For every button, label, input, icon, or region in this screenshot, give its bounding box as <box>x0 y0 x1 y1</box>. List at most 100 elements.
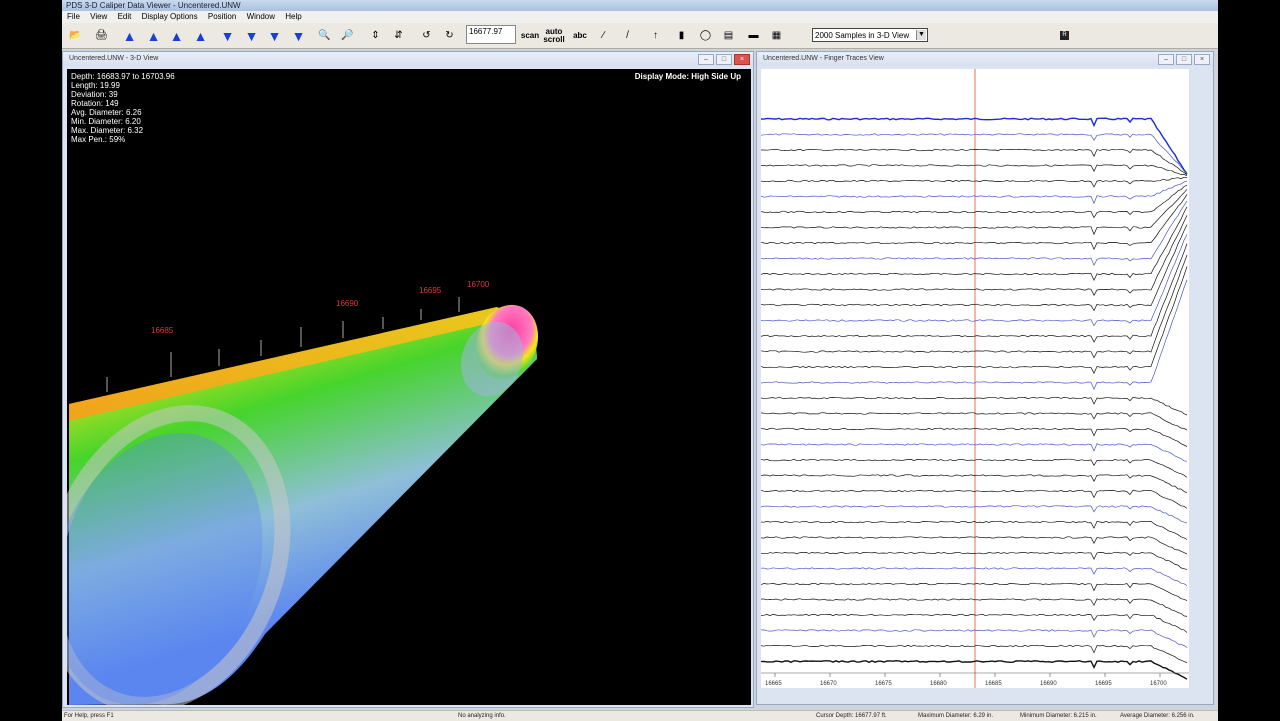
finger-traces-window-title: Uncentered.UNW - Finger Traces View <box>757 52 1213 66</box>
close-icon[interactable]: × <box>1194 54 1210 65</box>
ruler-icon[interactable]: ▬ <box>745 27 762 44</box>
finger-trace-13 <box>761 224 1188 312</box>
depth-label-16695: 16695 <box>419 286 442 295</box>
menu-window[interactable]: Window <box>247 12 275 21</box>
x-axis-label: 16670 <box>820 681 837 687</box>
finger-trace-32 <box>761 598 1188 617</box>
depth-label-16700: 16700 <box>467 280 490 289</box>
finger-trace-29 <box>761 551 1188 570</box>
fine-up-icon[interactable]: ▲ <box>192 27 209 44</box>
rotate-right-icon[interactable]: ↻ <box>441 27 458 44</box>
finger-trace-15 <box>761 243 1188 343</box>
strikethrough-abc-icon[interactable]: ̸ <box>619 27 636 44</box>
restore-icon[interactable]: □ <box>716 54 732 65</box>
scan-button[interactable]: scan <box>519 27 541 44</box>
chevron-down-icon[interactable]: ▼ <box>916 30 926 40</box>
finger-trace-23 <box>761 458 1188 478</box>
zoom-in-icon[interactable]: 🔍 <box>316 27 333 44</box>
page-up-icon[interactable]: ▲ <box>145 27 162 44</box>
close-icon[interactable]: × <box>734 54 750 65</box>
finger-traces-window: Uncentered.UNW - Finger Traces View – □ … <box>756 51 1214 705</box>
finger-trace-6 <box>761 180 1188 205</box>
menu-display-options[interactable]: Display Options <box>142 12 198 21</box>
menu-position[interactable]: Position <box>208 12 236 21</box>
mdi-workspace: Uncentered.UNW - 3-D View – □ × 16685 16… <box>62 49 1218 710</box>
toolbar: 📂 🖨 ▲ ▲ ▲ ▲ ▼ ▼ ▼ ▼ 🔍 🔎 ⇕ ⇵ ↺ ↻ 16677.97… <box>62 23 1218 49</box>
finger-trace-19 <box>761 396 1188 416</box>
r-icon[interactable]: R <box>1060 31 1069 40</box>
print-icon[interactable]: 🖨 <box>93 27 110 44</box>
finger-traces-plot[interactable]: 16665 16670 16675 16680 16685 16690 16695 16700 <box>761 69 1189 688</box>
finger-trace-24 <box>761 474 1188 494</box>
menu-edit[interactable]: Edit <box>118 12 132 21</box>
stat-max-diameter: Max. Diameter: 6.32 <box>71 126 144 135</box>
finger-trace-3 <box>761 148 1188 175</box>
menu-view[interactable]: View <box>90 12 107 21</box>
depth-label-16690: 16690 <box>336 299 359 308</box>
samples-select-value: 2000 Samples in 3-D View <box>815 31 910 40</box>
finger-trace-26 <box>761 505 1188 524</box>
x-axis-label: 16690 <box>1040 681 1057 687</box>
minimize-icon[interactable]: – <box>1158 54 1174 65</box>
rotate-left-icon[interactable]: ↺ <box>418 27 435 44</box>
view3d-window-title: Uncentered.UNW - 3-D View <box>63 52 753 66</box>
pipe-3d-render: 16685 16690 16695 16700 <box>67 280 539 705</box>
line-tool-icon[interactable]: ∕ <box>595 27 612 44</box>
finger-trace-34 <box>761 629 1188 648</box>
compress-vertical-icon[interactable]: ⇵ <box>390 27 407 44</box>
finger-trace-20 <box>761 412 1188 431</box>
finger-trace-2 <box>761 133 1188 175</box>
abc-button[interactable]: abc <box>569 27 591 44</box>
view3d-window-controls: – □ × <box>698 54 750 65</box>
auto-scroll-button[interactable]: auto scroll <box>543 27 565 44</box>
menu-file[interactable]: File <box>67 12 80 21</box>
stat-max-pen: Max Pen.: 59% <box>71 135 126 144</box>
finger-trace-22 <box>761 443 1188 462</box>
finger-trace-30 <box>761 567 1188 586</box>
stats-overlay: Depth: 16683.97 to 16703.96 Length: 19.9… <box>71 72 175 144</box>
scale-bar-icon[interactable]: ▮ <box>673 27 690 44</box>
finger-traces-window-controls: – □ × <box>1158 54 1210 65</box>
step-down-icon[interactable]: ▼ <box>243 27 260 44</box>
stat-length: Length: 19.99 <box>71 81 120 90</box>
stat-deviation: Deviation: 39 <box>71 90 118 99</box>
circle-tool-icon[interactable]: ◯ <box>697 27 714 44</box>
finger-trace-14 <box>761 234 1188 327</box>
restore-icon[interactable]: □ <box>1176 54 1192 65</box>
x-axis: 16665 16670 16675 16680 16685 16690 16695 16700 <box>765 673 1167 687</box>
finger-trace-7 <box>761 184 1188 219</box>
finger-trace-5 <box>761 176 1188 188</box>
depth-label-16685: 16685 <box>151 326 174 335</box>
trace-lines <box>761 117 1188 680</box>
x-axis-label: 16700 <box>1150 681 1167 687</box>
open-folder-icon[interactable]: 📂 <box>67 27 84 44</box>
view3d-window: Uncentered.UNW - 3-D View – □ × 16685 16… <box>62 51 754 708</box>
finger-trace-31 <box>761 582 1188 601</box>
x-axis-label: 16685 <box>985 681 1002 687</box>
arrow-up-tool-icon[interactable]: ↑ <box>647 27 664 44</box>
zoom-out-icon[interactable]: 🔎 <box>339 27 356 44</box>
finger-trace-16 <box>761 254 1188 359</box>
step-up-icon[interactable]: ▲ <box>168 27 185 44</box>
menu-bar: File View Edit Display Options Position … <box>62 11 1218 23</box>
finger-trace-36 <box>761 659 1188 680</box>
app-window: PDS 3-D Caliper Data Viewer - Uncentered… <box>62 0 1218 721</box>
view3d-canvas[interactable]: 16685 16690 16695 16700 Depth: 16683.97 … <box>67 69 751 705</box>
stat-avg-diameter: Avg. Diameter: 6.26 <box>71 108 142 117</box>
page-down-icon[interactable]: ▼ <box>266 27 283 44</box>
display-mode-label: Display Mode: High Side Up <box>634 72 741 81</box>
x-axis-label: 16665 <box>765 681 782 687</box>
last-record-icon[interactable]: ▼ <box>290 27 307 44</box>
fine-down-icon[interactable]: ▼ <box>219 27 236 44</box>
samples-select[interactable]: 2000 Samples in 3-D View ▼ <box>812 28 928 42</box>
menu-help[interactable]: Help <box>285 12 301 21</box>
page-lines-icon[interactable]: ▤ <box>720 27 737 44</box>
title-bar: PDS 3-D Caliper Data Viewer - Uncentered… <box>62 0 1218 11</box>
minimize-icon[interactable]: – <box>698 54 714 65</box>
expand-vertical-icon[interactable]: ⇕ <box>367 27 384 44</box>
depth-input[interactable]: 16677.97 <box>466 25 516 44</box>
first-record-icon[interactable]: ▲ <box>121 27 138 44</box>
stat-depth: Depth: 16683.97 to 16703.96 <box>71 72 175 81</box>
finger-trace-4 <box>761 164 1188 177</box>
grid-icon[interactable]: ▦ <box>768 27 785 44</box>
